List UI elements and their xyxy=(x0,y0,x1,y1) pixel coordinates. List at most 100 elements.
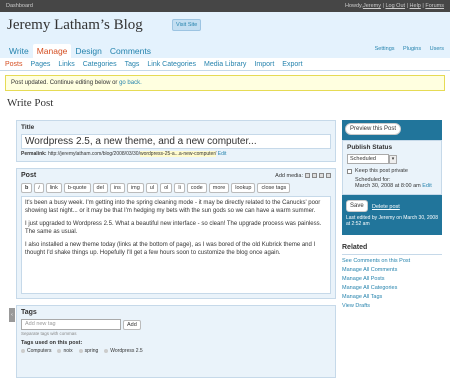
forums-link[interactable]: Forums xyxy=(425,3,444,9)
title-box-heading: Title xyxy=(21,124,35,131)
chevron-down-icon[interactable]: ▾ xyxy=(389,154,397,164)
tab-comments[interactable]: Comments xyxy=(106,44,155,58)
add-media-icon[interactable] xyxy=(326,173,331,178)
collapse-handle[interactable]: ‹ xyxy=(9,308,15,322)
post-content-textarea[interactable]: It's been a busy week. I'm getting into … xyxy=(21,196,331,294)
tab-design[interactable]: Design xyxy=(71,44,105,58)
lookup-button[interactable]: lookup xyxy=(231,183,256,193)
tag-item: Computers xyxy=(21,348,51,354)
related-link[interactable]: Manage All Tags xyxy=(342,294,382,300)
save-button[interactable]: Save xyxy=(346,200,368,212)
tab-manage[interactable]: Manage xyxy=(32,44,72,58)
secondary-nav: Settings Plugins Users xyxy=(368,46,444,52)
user-links: Howdy,Jeremy | Log Out | Help | Forums xyxy=(345,3,444,9)
quicktags-toolbar: b i link b-quote del ins img ul ol li co… xyxy=(17,182,335,196)
post-title-input[interactable]: Wordpress 2.5, a new theme, and a new co… xyxy=(21,134,331,149)
content-paragraph: It's been a busy week. I'm getting into … xyxy=(25,200,321,214)
post-box-heading: Post xyxy=(21,172,37,179)
go-back-link[interactable]: go back. xyxy=(119,80,142,86)
add-tag-button[interactable]: Add xyxy=(123,319,141,330)
related-heading: Related xyxy=(342,243,442,255)
permalink-row: Permalink: http://jeremylatham.com/blog/… xyxy=(17,149,335,161)
permalink-slug[interactable]: wordpress-25-a...a-new-computer/ xyxy=(139,151,217,157)
related-link[interactable]: Manage All Categories xyxy=(342,285,397,291)
tag-input-row: Add new tag Add xyxy=(17,319,335,330)
tag-label: noix xyxy=(63,348,73,354)
subnav-export[interactable]: Export xyxy=(282,61,302,68)
permalink-edit-link[interactable]: Edit xyxy=(218,151,227,157)
remove-tag-icon[interactable] xyxy=(104,349,109,353)
schedule-edit-link[interactable]: Edit xyxy=(422,183,431,189)
add-audio-icon[interactable] xyxy=(319,173,324,178)
tag-label: Wordpress 2.5 xyxy=(110,348,143,354)
subnav-links[interactable]: Links xyxy=(58,61,74,68)
related-link[interactable]: Manage All Posts xyxy=(342,276,385,282)
new-tag-input[interactable]: Add new tag xyxy=(21,319,121,330)
logout-link[interactable]: Log Out xyxy=(385,3,405,9)
blockquote-button[interactable]: b-quote xyxy=(63,183,91,193)
tab-write[interactable]: Write xyxy=(5,44,33,58)
notice-text: Post updated. Continue editing below or xyxy=(11,80,118,86)
ol-button[interactable]: ol xyxy=(160,183,173,193)
code-button[interactable]: code xyxy=(186,183,207,193)
related-link[interactable]: View Drafts xyxy=(342,303,370,309)
related-link[interactable]: Manage All Comments xyxy=(342,267,397,273)
related-link[interactable]: See Comments on this Post xyxy=(342,258,410,264)
subnav-media-library[interactable]: Media Library xyxy=(204,61,246,68)
add-media-label: Add media: xyxy=(275,172,303,179)
tags-used-label: Tags used on this post: xyxy=(21,340,83,346)
post-box-header: Post Add media: xyxy=(17,169,335,182)
help-link[interactable]: Help xyxy=(410,3,421,9)
tag-label: spring xyxy=(84,348,99,354)
add-media: Add media: xyxy=(275,173,331,179)
li-button[interactable]: li xyxy=(174,183,185,193)
users-link[interactable]: Users xyxy=(430,46,444,52)
blog-header: Jeremy Latham’s Blog Visit Site xyxy=(0,12,450,42)
dashboard-link[interactable]: Dashboard xyxy=(6,3,33,9)
plugins-link[interactable]: Plugins xyxy=(403,46,421,52)
main-nav: Write Manage Design Comments Settings Pl… xyxy=(0,42,450,58)
subnav-import[interactable]: Import xyxy=(254,61,274,68)
subnav-pages[interactable]: Pages xyxy=(31,61,51,68)
bold-button[interactable]: b xyxy=(21,183,33,193)
save-bar: Save Delete post Last edited by Jeremy o… xyxy=(342,195,442,235)
subnav-categories[interactable]: Categories xyxy=(83,61,117,68)
tags-used-list: Computers noix spring Wordpress 2.5 xyxy=(17,347,335,355)
add-video-icon[interactable] xyxy=(312,173,317,178)
publish-status-box: Publish Status Scheduled ▾ Keep this pos… xyxy=(342,140,442,195)
img-button[interactable]: img xyxy=(126,183,144,193)
remove-tag-icon[interactable] xyxy=(21,349,25,353)
subnav-tags[interactable]: Tags xyxy=(125,61,140,68)
remove-tag-icon[interactable] xyxy=(78,349,83,353)
remove-tag-icon[interactable] xyxy=(57,349,62,353)
del-button[interactable]: del xyxy=(92,183,108,193)
keep-private-checkbox[interactable] xyxy=(347,168,352,174)
subnav-link-categories[interactable]: Link Categories xyxy=(147,61,196,68)
related-box: Related See Comments on this Post Manage… xyxy=(342,243,442,311)
status-select-value[interactable]: Scheduled xyxy=(347,154,389,164)
tag-item: noix xyxy=(57,348,73,354)
blog-title: Jeremy Latham’s Blog xyxy=(7,17,143,33)
add-image-icon[interactable] xyxy=(305,173,310,178)
subnav-posts[interactable]: Posts xyxy=(5,61,23,68)
link-button[interactable]: link xyxy=(45,183,62,193)
ins-button[interactable]: ins xyxy=(109,183,125,193)
sub-nav: Posts Pages Links Categories Tags Link C… xyxy=(0,58,450,71)
tag-label: Computers xyxy=(27,348,52,354)
ul-button[interactable]: ul xyxy=(145,183,159,193)
update-notice: Post updated. Continue editing below or … xyxy=(5,75,445,91)
more-button[interactable]: more xyxy=(208,183,230,193)
preview-button[interactable]: Preview this Post xyxy=(345,123,402,135)
settings-link[interactable]: Settings xyxy=(375,46,395,52)
admin-topbar: Dashboard Howdy,Jeremy | Log Out | Help … xyxy=(0,0,450,12)
delete-post-link[interactable]: Delete post xyxy=(372,204,400,210)
publish-status-heading: Publish Status xyxy=(347,144,393,151)
permalink-url: http://jeremylatham.com/blog/2008/03/30/ xyxy=(47,151,140,157)
scheduled-date: March 30, 2008 at 8:00 am xyxy=(355,183,421,189)
visit-site-button[interactable]: Visit Site xyxy=(172,19,202,31)
user-link[interactable]: Jeremy xyxy=(363,3,381,9)
italic-button[interactable]: i xyxy=(34,183,44,193)
close-tags-button[interactable]: close tags xyxy=(257,183,291,193)
main-column: Title Wordpress 2.5, a new theme, and a … xyxy=(16,120,336,299)
status-select[interactable]: Scheduled ▾ xyxy=(347,154,437,164)
